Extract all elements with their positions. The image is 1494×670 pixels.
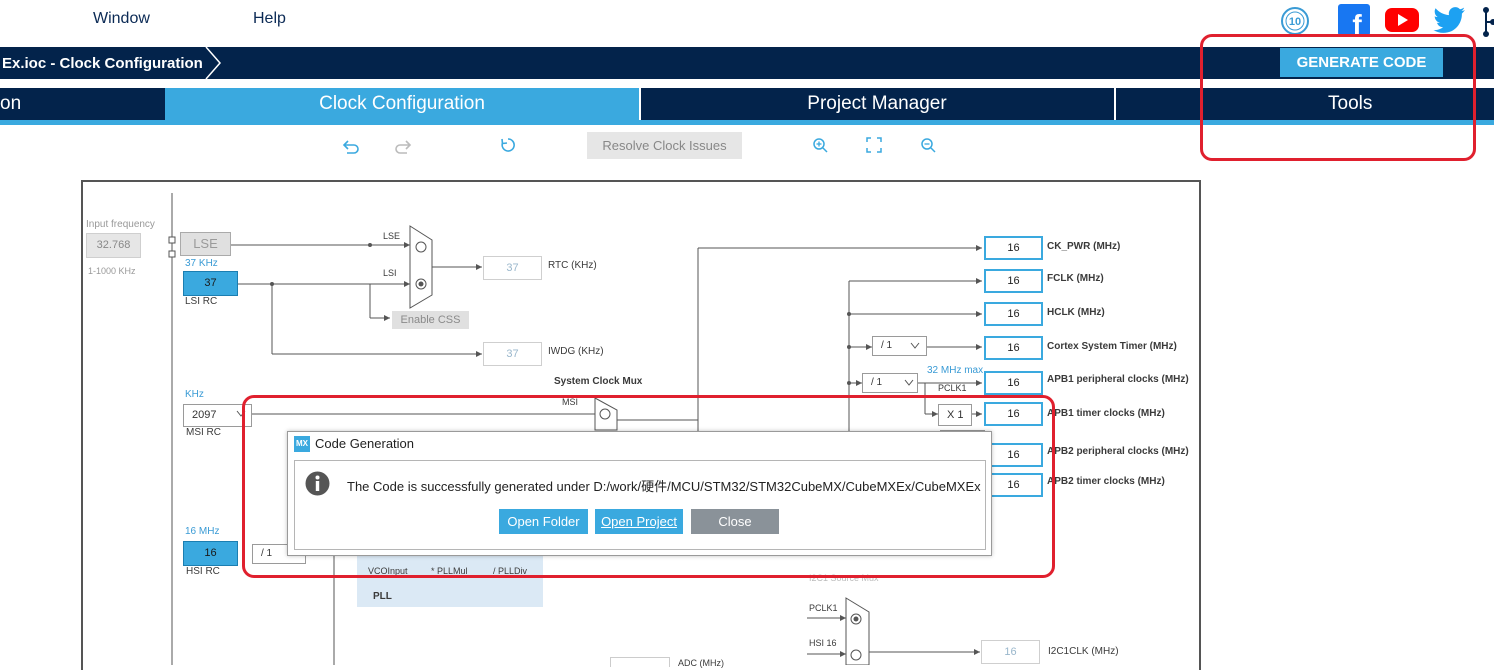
chevron-down-icon (904, 379, 914, 386)
pll-label: PLL (373, 591, 392, 602)
apb1-peripheral-output[interactable]: 16 (984, 371, 1043, 395)
iwdg-label: IWDG (KHz) (548, 346, 604, 357)
pclk1-label: PCLK1 (938, 383, 967, 393)
cortex-timer-label: Cortex System Timer (MHz) (1047, 341, 1177, 352)
mux-lsi-label: LSI (383, 268, 397, 278)
hsi-rc-value[interactable]: 16 (183, 541, 238, 566)
adc-output-field (610, 657, 670, 667)
lsi-rc-label: LSI RC (185, 296, 218, 307)
msi-unit-label: KHz (185, 389, 204, 400)
ck-pwr-label: CK_PWR (MHz) (1047, 241, 1121, 252)
hclk-output[interactable]: 16 (984, 302, 1043, 326)
fclk-output[interactable]: 16 (984, 269, 1043, 293)
hsi-rc-label: HSI RC (186, 566, 220, 577)
hclk-label: HCLK (MHz) (1047, 307, 1105, 318)
i2c1clk-output-field: 16 (981, 640, 1040, 664)
ck-pwr-output[interactable]: 16 (984, 236, 1043, 260)
lse-input-frequency-field[interactable]: 32.768 (86, 233, 141, 258)
rtc-output-field: 37 (483, 256, 542, 280)
input-frequency-label: Input frequency (86, 219, 155, 230)
cortex-timer-output[interactable]: 16 (984, 336, 1043, 360)
apb2-peripheral-label: APB2 peripheral clocks (MHz) (1047, 446, 1189, 457)
fclk-label: FCLK (MHz) (1047, 273, 1104, 284)
system-clock-mux-label: System Clock Mux (554, 376, 643, 387)
lsi-rc-value[interactable]: 37 (183, 271, 238, 296)
lse-source-box[interactable]: LSE (180, 232, 231, 256)
dialog-highlight (242, 395, 1055, 578)
apb1-max-label: 32 MHz max (927, 365, 984, 376)
chevron-down-icon (910, 342, 920, 349)
apb1-timer-label: APB1 timer clocks (MHz) (1047, 408, 1165, 419)
apb1-peripheral-label: APB1 peripheral clocks (MHz) (1047, 374, 1189, 385)
hsi-frequency-label: 16 MHz (185, 526, 220, 537)
iwdg-output-field: 37 (483, 342, 542, 366)
lsi-frequency-label: 37 KHz (185, 258, 218, 269)
i2c-hsi16-input-label: HSI 16 (809, 638, 837, 648)
i2c1clk-label: I2C1CLK (MHz) (1048, 646, 1119, 657)
msi-rc-label: MSI RC (186, 427, 221, 438)
adc-label: ADC (MHz) (678, 658, 724, 668)
generate-code-highlight (1200, 34, 1476, 161)
rtc-label: RTC (KHz) (548, 260, 597, 271)
input-range-label: 1-1000 KHz (88, 266, 136, 276)
i2c-pclk1-input-label: PCLK1 (809, 603, 838, 613)
mux-lse-label: LSE (383, 231, 401, 241)
enable-css-button[interactable]: Enable CSS (392, 311, 469, 329)
apb2-timer-label: APB2 timer clocks (MHz) (1047, 476, 1165, 487)
